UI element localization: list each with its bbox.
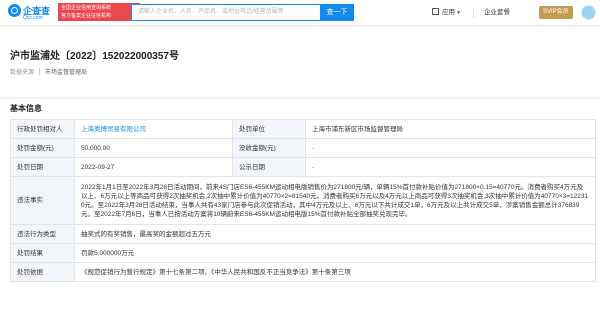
notice-line-2: 官方备案企业征信机构 <box>61 13 112 19</box>
penalty-authority-value: 上海市浦东新区市场监督管理局 <box>305 119 596 139</box>
confiscated-amount-label: 没收金额(元) <box>232 138 306 158</box>
publicity-date-label: 公示日期 <box>232 157 306 177</box>
violation-type-label: 违法行为类型 <box>10 224 75 244</box>
table-row: 处罚日期 2022-09-27 公示日期 - <box>10 157 596 177</box>
penalty-amount-label: 处罚金额(元) <box>10 138 75 158</box>
data-source-label: 数据来源 <box>10 70 35 76</box>
record-title-block: 沪市监浦处〔2022〕152022000357号 数据来源 市场监督管理局 <box>0 27 600 97</box>
search-input[interactable]: 请输入企业名、人名、产品名、或地址电话/经营范围等 <box>131 4 321 21</box>
logo-search-icon <box>8 4 21 17</box>
penalty-result-label: 处罚结果 <box>10 243 75 263</box>
enterprise-package-link[interactable]: 企业套餐 <box>484 7 510 18</box>
section-title: 基本信息 <box>10 104 42 113</box>
basic-info-section: 基本信息 行政处罚相对人 上海奥博贸易有限公司 处罚单位 上海市浦东新区市场监督… <box>0 99 600 315</box>
table-row: 处罚依据 《规范促销行为暂行规定》第十七条第二项、《中华人民共和国反不正当竞争法… <box>10 262 596 282</box>
penalized-party-link[interactable]: 上海奥博贸易有限公司 <box>74 119 233 139</box>
site-logo[interactable]: 企查查 Qcc.com <box>8 3 54 23</box>
penalized-party-label: 行政处罚相对人 <box>10 119 75 139</box>
official-notice-banner[interactable]: 全国企业信用查询系统 官方备案企业征信机构 <box>58 3 140 21</box>
penalty-amount-value: 50,000.00 <box>74 138 233 158</box>
data-source-divider <box>39 68 41 75</box>
penalty-basis-label: 处罚依据 <box>10 262 75 282</box>
notice-line-1: 全国企业信用查询系统 <box>61 5 112 11</box>
penalty-info-table: 行政处罚相对人 上海奥博贸易有限公司 处罚单位 上海市浦东新区市场监督管理局 处… <box>10 119 596 282</box>
table-row: 违法行为类型 抽奖式的有奖销售，最高奖的金额超过五万元 <box>10 224 596 244</box>
user-avatar[interactable] <box>581 5 596 20</box>
apps-menu-label: 应用 <box>442 9 455 16</box>
data-source: 数据来源 市场监督管理局 <box>10 67 87 76</box>
table-row: 行政处罚相对人 上海奥博贸易有限公司 处罚单位 上海市浦东新区市场监督管理局 <box>10 119 596 139</box>
publicity-date-value: - <box>305 157 596 177</box>
apps-grid-icon <box>432 8 439 15</box>
svip-badge[interactable]: SVIP会员 <box>539 6 573 19</box>
penalty-date-value: 2022-09-27 <box>74 157 233 177</box>
penalty-authority-label: 处罚单位 <box>232 119 306 139</box>
violation-facts-value: 2022年1月1日至2022年3月28日活动期间，前来4S门店ES6-455KM… <box>74 176 596 225</box>
table-row: 处罚金额(元) 50,000.00 没收金额(元) - <box>10 138 596 158</box>
table-row: 违法事实 2022年1月1日至2022年3月28日活动期间，前来4S门店ES6-… <box>10 176 596 225</box>
chevron-down-icon: ▼ <box>456 10 461 16</box>
confiscated-amount-value: - <box>305 138 596 158</box>
penalty-result-value: 罚款5.000000万元 <box>74 243 596 263</box>
penalty-date-label: 处罚日期 <box>10 157 75 177</box>
logo-subtitle: Qcc.com <box>23 15 43 21</box>
data-source-value: 市场监督管理局 <box>45 70 88 76</box>
apps-menu[interactable]: 应用▼ <box>432 7 461 19</box>
violation-facts-label: 违法事实 <box>10 176 75 225</box>
violation-type-value: 抽奖式的有奖销售，最高奖的金额超过五万元 <box>74 224 596 244</box>
nav-divider <box>473 9 474 18</box>
table-row: 处罚结果 罚款5.000000万元 <box>10 243 596 263</box>
search-button[interactable]: 查一下 <box>320 4 354 21</box>
penalty-basis-value: 《规范促销行为暂行规定》第十七条第二项、《中华人民共和国反不正当竞争法》第十条第… <box>74 262 596 282</box>
page-title: 沪市监浦处〔2022〕152022000357号 <box>10 51 179 62</box>
top-navigation-bar: 企查查 Qcc.com 全国企业信用查询系统 官方备案企业征信机构 请输入企业名… <box>0 0 600 26</box>
